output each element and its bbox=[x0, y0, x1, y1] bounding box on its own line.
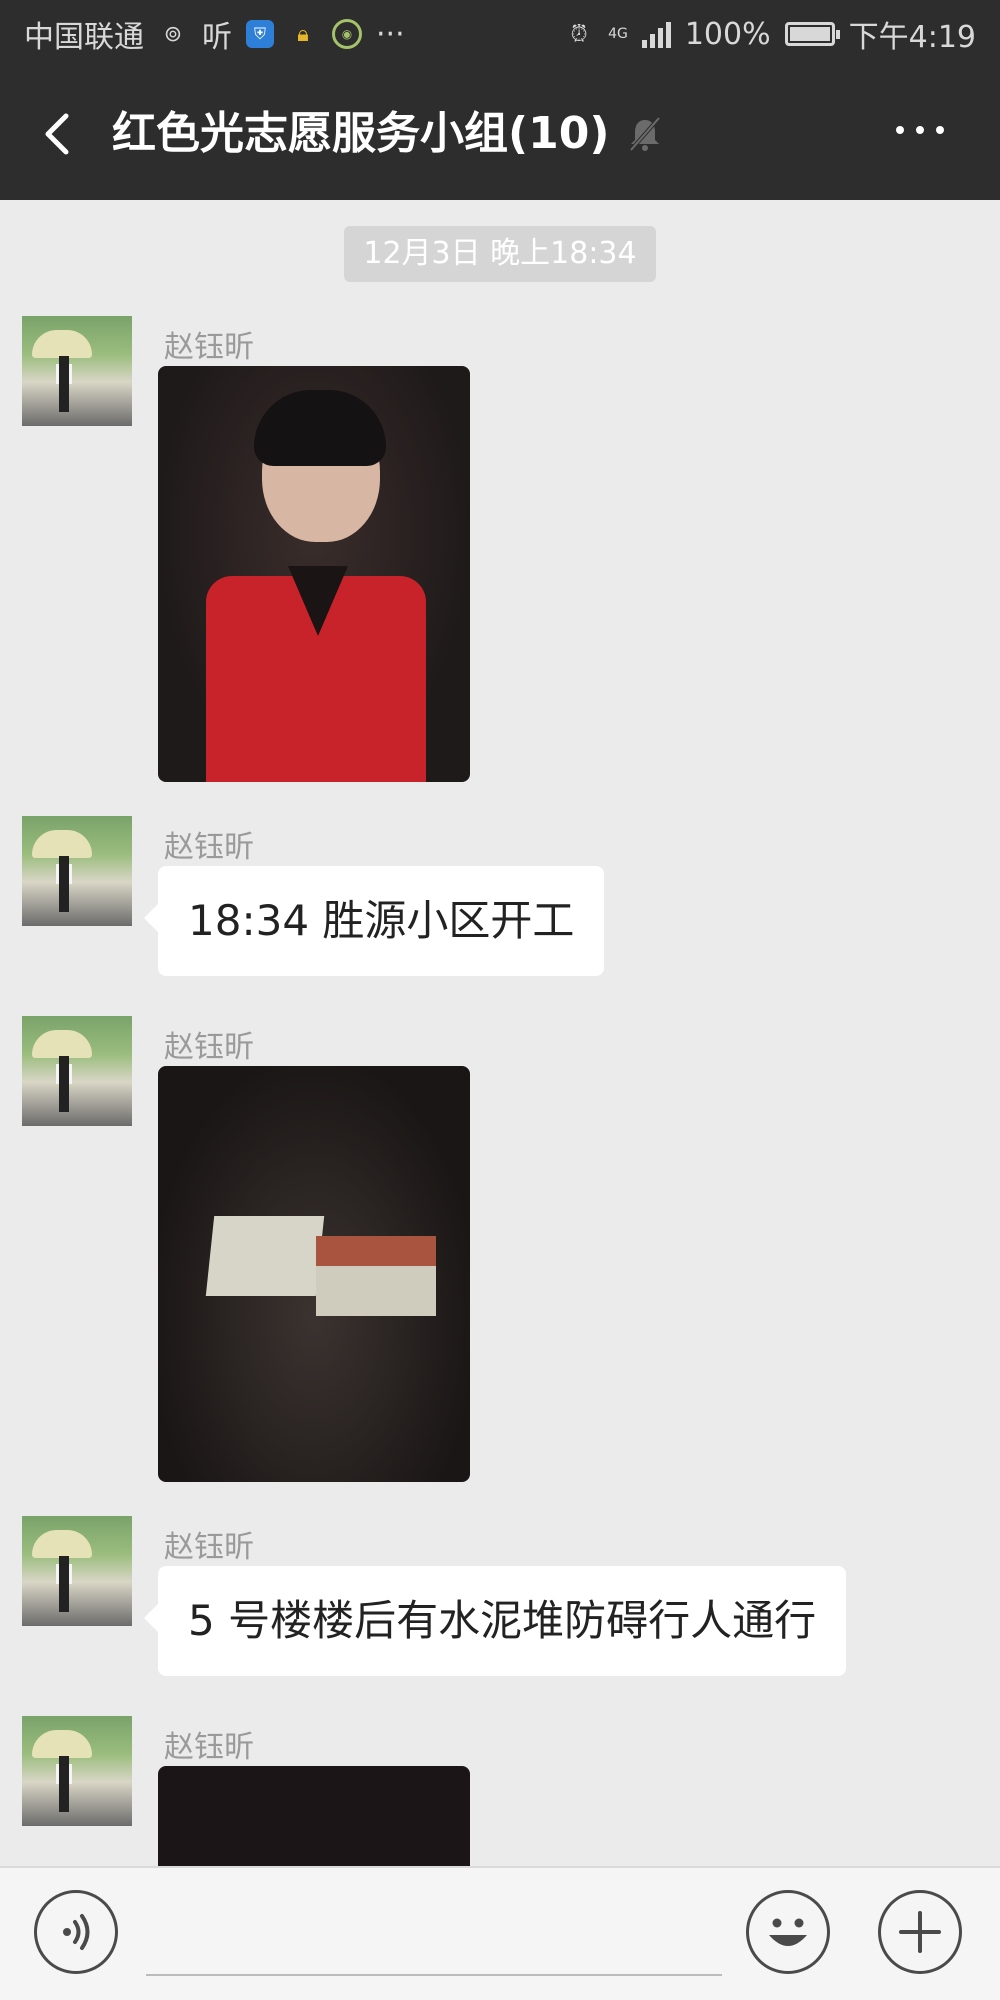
lock-icon: 🔒︎ bbox=[297, 21, 309, 47]
text-message[interactable]: 18:34 胜源小区开工 bbox=[143, 866, 605, 976]
bell-off-icon bbox=[629, 116, 661, 152]
carrier-label: 中国联通 bbox=[24, 20, 144, 55]
sender-name: 赵钰昕 bbox=[164, 1030, 254, 1065]
battery-percent: 100% bbox=[684, 16, 771, 52]
emoji-icon bbox=[769, 1918, 807, 1946]
timestamp-badge: 12月3日 晚上18:34 bbox=[344, 226, 656, 282]
chat-header: 红色光志愿服务小组(10) bbox=[0, 68, 1000, 200]
image-message[interactable] bbox=[158, 366, 470, 782]
chat-title: 红色光志愿服务小组(10) bbox=[112, 108, 610, 159]
avatar[interactable] bbox=[22, 1716, 132, 1826]
message-input[interactable] bbox=[146, 1904, 722, 1976]
avatar[interactable] bbox=[22, 1016, 132, 1126]
app-badge-icon: ◉ bbox=[332, 19, 362, 49]
image-message[interactable] bbox=[158, 1766, 470, 1866]
sender-name: 赵钰昕 bbox=[164, 330, 254, 365]
chat-area[interactable]: 12月3日 晚上18:34 赵钰昕 赵钰昕 18:34 胜源小区开工 赵钰昕 赵… bbox=[0, 200, 1000, 1866]
battery-icon bbox=[784, 22, 840, 46]
chat-title-group[interactable]: 红色光志愿服务小组(10) bbox=[112, 106, 665, 162]
alarm-icon: ⏰︎ bbox=[570, 21, 588, 47]
text-message[interactable]: 5 号楼楼后有水泥堆防碍行人通行 bbox=[143, 1566, 847, 1676]
input-bar bbox=[0, 1866, 1000, 2000]
sender-name: 赵钰昕 bbox=[164, 1730, 254, 1765]
status-bar-right: ⏰︎ 4G 100% 下午4:19 bbox=[564, 12, 976, 56]
avatar[interactable] bbox=[22, 816, 132, 926]
listen-app-icon: 听 bbox=[202, 20, 232, 55]
network-type: 4G bbox=[608, 26, 628, 42]
plus-icon bbox=[899, 1911, 941, 1953]
shield-icon: ⛨ bbox=[246, 20, 274, 48]
voice-button[interactable] bbox=[34, 1890, 118, 1974]
clock: 下午4:19 bbox=[848, 20, 976, 55]
plus-button[interactable] bbox=[878, 1890, 962, 1974]
notification-overflow: ··· bbox=[376, 16, 405, 52]
back-icon[interactable] bbox=[36, 110, 80, 158]
avatar[interactable] bbox=[22, 316, 132, 426]
image-message[interactable] bbox=[158, 1066, 470, 1482]
status-bar-left: 中国联通 ⊚ 听 ⛨ 🔒︎ ◉ ··· bbox=[24, 12, 405, 56]
sender-name: 赵钰昕 bbox=[164, 1530, 254, 1565]
emoji-button[interactable] bbox=[746, 1890, 830, 1974]
more-icon[interactable] bbox=[896, 126, 944, 134]
status-bar: 中国联通 ⊚ 听 ⛨ 🔒︎ ◉ ··· ⏰︎ 4G 100% 下午4:19 bbox=[0, 0, 1000, 68]
avatar[interactable] bbox=[22, 1516, 132, 1626]
sender-name: 赵钰昕 bbox=[164, 830, 254, 865]
signal-icon bbox=[641, 20, 671, 48]
voice-icon bbox=[63, 1914, 90, 1950]
weibo-icon: ⊚ bbox=[163, 21, 183, 47]
